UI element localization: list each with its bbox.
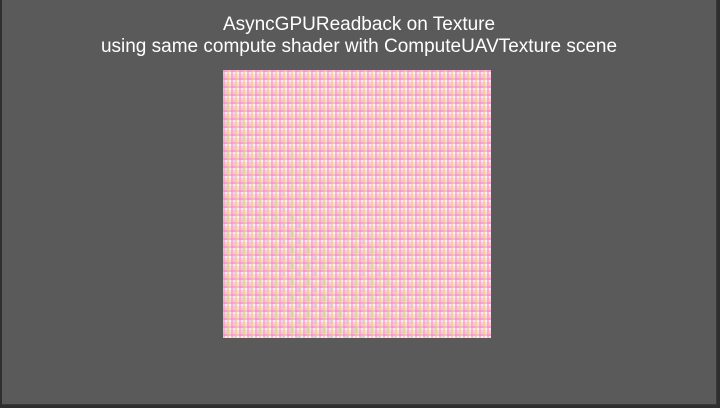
readback-texture-quad: [223, 70, 491, 338]
texture-pattern-overlay: [223, 82, 491, 338]
scene-caption: AsyncGPUReadback on Texture using same c…: [2, 14, 716, 58]
sierpinski-right: [353, 200, 491, 338]
game-viewport: AsyncGPUReadback on Texture using same c…: [2, 0, 717, 405]
caption-line-1: AsyncGPUReadback on Texture: [222, 14, 496, 35]
caption-line-2: using same compute shader with ComputeUA…: [100, 36, 618, 57]
